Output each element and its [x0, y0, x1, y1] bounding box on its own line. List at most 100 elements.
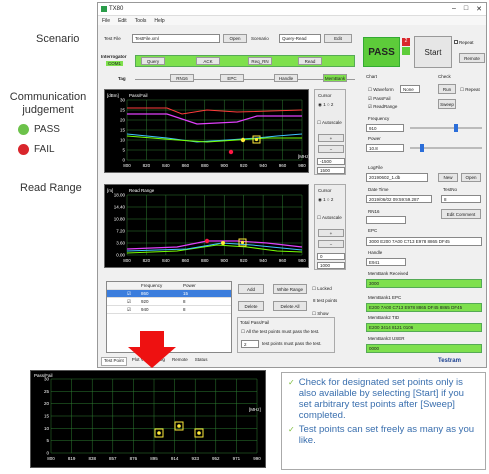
readrange-chart-svg: 18.00 14.40 10.80 7.20 3.60 0.00800 820 840 860 8…	[107, 188, 306, 263]
open-log-button[interactable]: Open	[461, 173, 481, 182]
fail-legend-text: FAIL	[34, 144, 55, 155]
cursor-radio-2[interactable]: ◉ 1 ○ 2	[318, 197, 333, 203]
zoom-arrow-icon	[128, 347, 176, 368]
x-tick-label: 980	[298, 163, 306, 168]
x-tick-label: 880	[201, 258, 209, 263]
cursor-min-field-2[interactable]: 0	[317, 253, 345, 260]
cursor-radio-1[interactable]: ◉ 1 ○ 2	[318, 102, 333, 108]
mb-tid-field: E200 3414 8121 0106	[366, 323, 482, 332]
locked-checkbox[interactable]: ☐ Locked	[312, 286, 332, 292]
seq-query[interactable]: Query	[141, 57, 165, 65]
zoom-out-button-1[interactable]: −	[318, 145, 344, 153]
new-log-button[interactable]: New	[438, 173, 458, 182]
zoomed-passfail-chart: 30 25 20 15 10 5 0 800 819 838 857 876 895 914 933 952 9…	[30, 370, 266, 468]
seq-req-rn[interactable]: Req_RN	[248, 57, 272, 65]
locked-label: Locked	[317, 286, 332, 291]
tab-status[interactable]: Status	[193, 357, 210, 366]
menu-file[interactable]: File	[102, 18, 110, 24]
edit-scenario-button[interactable]: Edit	[324, 34, 352, 43]
chart-title: Read Range	[129, 188, 155, 193]
waveform-checkbox[interactable]: ☐ Waveform	[368, 87, 394, 93]
add-button[interactable]: Add	[238, 284, 264, 294]
y-tick-label: 20	[44, 401, 50, 406]
zoom-in-button-1[interactable]: +	[318, 134, 344, 142]
x-unit: [MHz]	[249, 407, 261, 412]
mb-user-label: MemBank3 USER	[368, 336, 405, 341]
cursor-min-field-1[interactable]: -1500	[317, 158, 345, 165]
note-item: ✓ Check for designated set points only is…	[288, 377, 479, 421]
frequency-slider-thumb[interactable]	[454, 124, 458, 132]
sweep-button[interactable]: Sweep	[438, 99, 456, 109]
pass-point-marker	[240, 240, 245, 245]
all-pass-label: All the test points must pass the test.	[246, 329, 320, 334]
rn16-label: RN16	[368, 209, 380, 214]
cursor-panel-2: Cursor ◉ 1 ○ 2 ☐ Autoscale + − 0 1000	[314, 184, 346, 270]
frequency-field[interactable]: 910	[366, 124, 404, 132]
tag-membank[interactable]: MemBank	[323, 74, 347, 82]
menu-help[interactable]: Help	[154, 18, 164, 24]
run-button[interactable]: Run	[438, 84, 456, 94]
seq-read[interactable]: Read	[298, 57, 322, 65]
start-button[interactable]: Start	[414, 36, 452, 68]
table-row[interactable]: ☑ 940 8	[107, 306, 231, 314]
open-file-button[interactable]: Open	[223, 34, 247, 43]
menu-edit[interactable]: Edit	[118, 18, 127, 24]
autoscale-checkbox-2[interactable]: ☐ Autoscale	[317, 215, 342, 221]
read-range-label: Read Range	[20, 182, 82, 194]
minimize-button[interactable]: –	[452, 5, 456, 13]
zoom-out-button-2[interactable]: −	[318, 240, 344, 248]
all-pass-checkbox[interactable]: ☐ All the test points must pass the test…	[241, 329, 319, 335]
menu-bar: File Edit Tools Help	[98, 16, 486, 25]
white-range-button[interactable]: White Range	[273, 284, 307, 294]
mb-tid-label: MemBank2 TID	[368, 315, 400, 320]
x-tick-label: 876	[130, 456, 138, 461]
testno-label: TestNo	[443, 187, 458, 192]
fail-point-marker	[228, 149, 234, 155]
maximize-button[interactable]: □	[464, 5, 468, 13]
scenario-field-label: Scenario	[251, 36, 269, 41]
power-field[interactable]: 10.8	[366, 144, 404, 152]
autoscale-label-2: Autoscale	[322, 215, 342, 220]
tag-epc[interactable]: EPC	[220, 74, 244, 82]
frequency-slider[interactable]	[410, 124, 482, 132]
logfile-field[interactable]: 20190602_1.db	[366, 173, 428, 182]
remote-button[interactable]: Remote	[459, 53, 485, 63]
zoom-in-button-2[interactable]: +	[318, 229, 344, 237]
seq-ack[interactable]: ACK	[196, 57, 220, 65]
close-button[interactable]: ✕	[476, 5, 482, 13]
cursor-max-field-1[interactable]: 1500	[317, 167, 345, 174]
com-port-badge: COM1	[106, 61, 124, 66]
check-group-label: Check	[438, 74, 451, 79]
y-unit: [dBm]	[107, 93, 119, 98]
cursor-max-field-2[interactable]: 1000	[317, 262, 345, 269]
power-slider[interactable]	[410, 144, 482, 152]
test-file-field[interactable]: TestFile.xml	[132, 34, 220, 43]
x-tick-label: 880	[201, 163, 209, 168]
col-power: Power	[183, 283, 196, 288]
tab-test-point[interactable]: Test Point	[101, 357, 127, 366]
mb-user-field: 0000	[366, 344, 482, 353]
readrange-checkbox[interactable]: ☑ ReadRange	[368, 104, 397, 110]
table-row[interactable]: ☑ 860 15	[107, 290, 231, 298]
test-point-marker	[221, 241, 225, 245]
y-tick-label: 30	[120, 98, 126, 103]
pass-count-field[interactable]: 2	[241, 340, 259, 348]
power-slider-thumb[interactable]	[420, 144, 424, 152]
x-unit: [MHz]	[298, 154, 310, 159]
tag-handle[interactable]: Handle	[274, 74, 298, 82]
handle-field: E941	[366, 258, 406, 266]
tag-rn16[interactable]: RN16	[170, 74, 194, 82]
table-row[interactable]: ☑ 920 8	[107, 298, 231, 306]
delete-all-button[interactable]: Delete All	[273, 301, 307, 311]
frequency-label: Frequency	[368, 116, 390, 121]
scenario-field[interactable]: Query-Read	[279, 34, 321, 43]
autoscale-checkbox-1[interactable]: ☐ Autoscale	[317, 120, 342, 126]
edit-comment-button[interactable]: Edit Comment	[441, 209, 481, 219]
delete-button[interactable]: Delete	[238, 301, 264, 311]
passfail-checkbox[interactable]: ☑ PassFail	[368, 96, 391, 102]
repeat-checkbox[interactable]: Repeat	[454, 40, 474, 45]
waveform-select[interactable]: None	[400, 85, 420, 93]
check-repeat-checkbox[interactable]: ☐ Repeat	[460, 87, 480, 93]
title-bar: TX80 – □ ✕	[98, 3, 486, 16]
menu-tools[interactable]: Tools	[135, 18, 147, 24]
